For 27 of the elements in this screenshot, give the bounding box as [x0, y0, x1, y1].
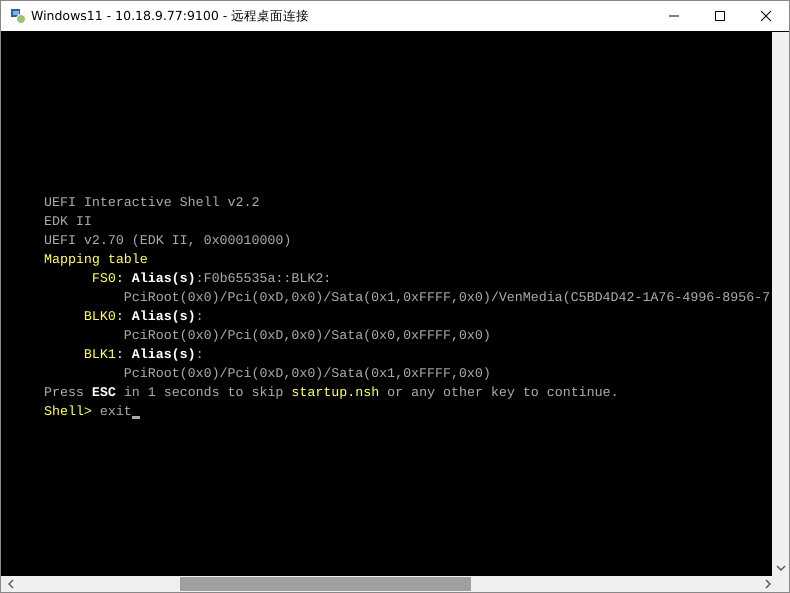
console-text: PciRoot(0x0)/Pci(0xD,0x0)/Sata(0x0,0xFFFF,0x0) — [122, 327, 491, 345]
console-text: UEFI v2.70 (EDK II, 0x00010000) — [44, 232, 292, 250]
console-text: BLK0: — [82, 308, 124, 326]
console-text: UEFI Interactive Shell v2.2 — [44, 194, 260, 212]
console-text: or any other key to continue. — [386, 384, 619, 402]
remote-desktop-icon — [10, 8, 26, 24]
console-text: Press — [44, 384, 85, 402]
console-text: :F0b65535a::BLK2: — [196, 270, 332, 288]
console-text: BLK1: — [82, 346, 124, 364]
console-text: PciRoot(0x0)/Pci(0xD,0x0)/Sata(0x1,0xFFFF,0x0) — [122, 365, 491, 383]
console-text: Alias(s) — [130, 270, 196, 288]
console-text: PciRoot(0x0)/Pci(0xD,0x0)/Sata(0x1,0xFFFF,0x0)/VenMedia(C5BD4D42-1A76-4996-8956-7 — [122, 289, 770, 307]
console-text: Mapping table — [44, 251, 148, 269]
console-text: FS0: — [90, 270, 124, 288]
console-text: in 1 seconds to skip — [122, 384, 284, 402]
console-text: Alias(s) — [130, 308, 196, 326]
console-text: ESC — [92, 384, 116, 402]
console-text: exit — [98, 403, 132, 421]
console-text: : — [196, 308, 204, 326]
console-text: Shell> — [44, 403, 92, 421]
console-text: Alias(s) — [130, 346, 196, 364]
close-icon — [760, 10, 772, 22]
window-title: Windows11 - 10.18.9.77:9100 - 远程桌面连接 — [31, 8, 310, 24]
console-text: startup.nsh — [291, 384, 380, 402]
console-text: EDK II — [44, 213, 92, 231]
console-text: : — [196, 346, 204, 364]
maximize-icon — [714, 10, 726, 22]
